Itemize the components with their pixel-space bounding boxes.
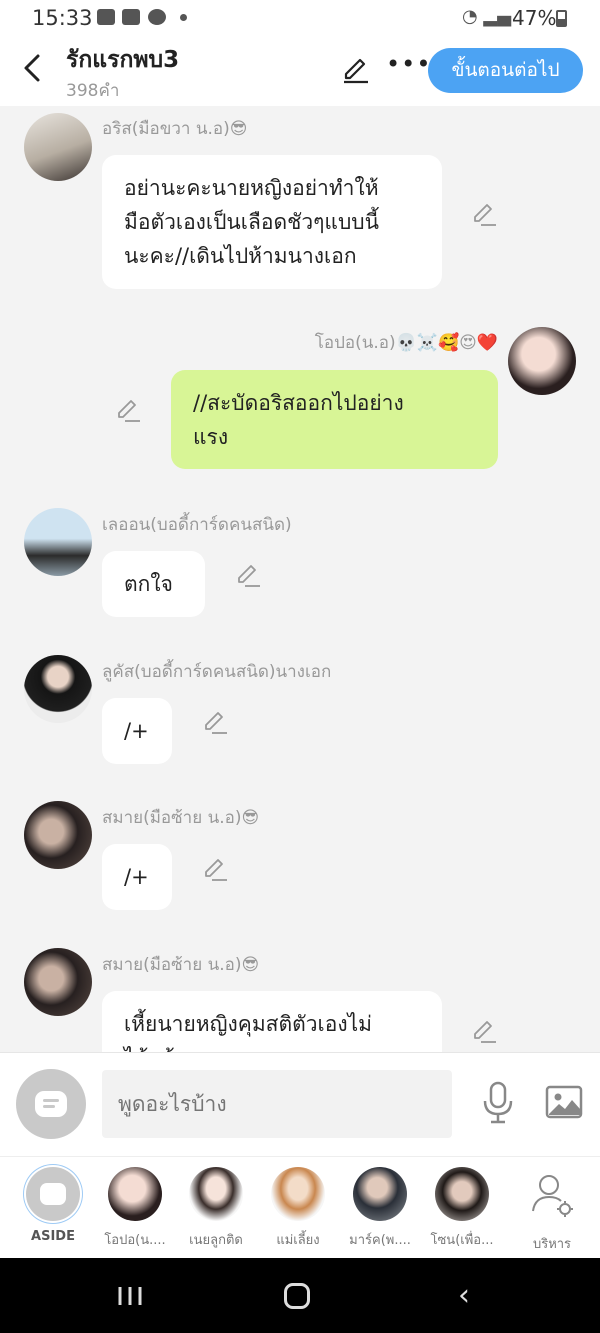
- avatar: [435, 1167, 489, 1221]
- avatar: [353, 1167, 407, 1221]
- avatar[interactable]: [24, 948, 92, 1016]
- more-notifications-icon: [180, 14, 187, 21]
- system-nav-bar: ‹: [0, 1258, 600, 1333]
- character-item[interactable]: มาร์ค(พ....: [340, 1167, 420, 1250]
- message-bubble[interactable]: /+: [102, 844, 172, 910]
- character-item[interactable]: แม่เลี้ยง: [258, 1167, 338, 1250]
- chevron-left-icon: [24, 54, 40, 82]
- character-label: มาร์ค(พ....: [349, 1233, 411, 1248]
- chat-bubble-icon: [35, 1091, 67, 1117]
- sender-name: สมาย(มือซ้าย น.อ)😎: [102, 808, 260, 828]
- chat-header: รักแรกพบ3 398คำ ••• ขั้นตอนต่อไป: [0, 36, 600, 106]
- sender-name: โอปอ(น.อ)💀☠️🥰😍❤️: [314, 333, 498, 353]
- message-bubble[interactable]: อย่านะคะนายหญิงอย่าทำให้ มือตัวเองเป็นเล…: [102, 155, 442, 289]
- home-button[interactable]: [284, 1283, 310, 1309]
- message-bubble[interactable]: ตกใจ: [102, 551, 205, 617]
- edit-pencil-icon[interactable]: [115, 397, 141, 423]
- manage-button[interactable]: บริหาร: [512, 1167, 592, 1254]
- sender-name: ลูคัส(บอดี้การ์ดคนสนิด)นางเอก: [102, 662, 332, 682]
- character-label: แม่เลี้ยง: [276, 1233, 320, 1248]
- character-bar: ASIDE โอปอ(น.... เนยลูกติด แม่เลี้ยง มาร…: [0, 1156, 600, 1259]
- more-options-button[interactable]: •••: [386, 50, 431, 78]
- play-notification-icon: [148, 9, 166, 25]
- lazada-notification-icon: [122, 9, 140, 25]
- edit-pencil-icon[interactable]: [235, 562, 261, 588]
- microphone-icon[interactable]: [480, 1081, 516, 1125]
- word-count: 398คำ: [66, 81, 120, 101]
- message-input-bar: [0, 1052, 600, 1157]
- next-step-button[interactable]: ขั้นตอนต่อไป: [428, 48, 583, 93]
- avatar[interactable]: [24, 508, 92, 576]
- character-item[interactable]: โซน(เพื่อ...: [422, 1167, 502, 1250]
- edit-pencil-icon[interactable]: [202, 856, 228, 882]
- character-label: ASIDE: [31, 1229, 75, 1244]
- message-bubble[interactable]: /+: [102, 698, 172, 764]
- wifi-signal-icon: ◔ ▂▄: [462, 6, 512, 27]
- back-button[interactable]: [18, 50, 48, 86]
- sender-name: เลออน(บอดี้การ์ดคนสนิด): [102, 515, 292, 535]
- chat-mode-button[interactable]: [16, 1069, 86, 1139]
- status-bar: 15:33 ◔ ▂▄ 47%: [0, 0, 600, 36]
- battery-icon: [556, 10, 567, 27]
- aside-icon: [26, 1167, 80, 1221]
- status-time: 15:33: [32, 6, 93, 30]
- character-aside[interactable]: ASIDE: [13, 1167, 93, 1244]
- image-icon[interactable]: [545, 1085, 583, 1119]
- character-label: เนยลูกติด: [189, 1233, 243, 1248]
- avatar[interactable]: [24, 801, 92, 869]
- recent-apps-icon[interactable]: [117, 1285, 143, 1307]
- character-label: บริหาร: [532, 1237, 572, 1252]
- gallery-notification-icon: [97, 9, 115, 25]
- character-label: โซน(เพื่อ...: [430, 1233, 494, 1248]
- character-label: โอปอ(น....: [104, 1233, 166, 1248]
- avatar: [271, 1167, 325, 1221]
- manage-user-gear-icon: [532, 1175, 573, 1217]
- sender-name: สมาย(มือซ้าย น.อ)😎: [102, 955, 260, 975]
- avatar[interactable]: [24, 655, 92, 723]
- battery-percent: 47%: [512, 6, 557, 30]
- edit-pencil-icon[interactable]: [471, 1018, 497, 1044]
- message-input[interactable]: [102, 1070, 452, 1138]
- edit-pencil-icon[interactable]: [342, 56, 370, 84]
- message-bubble[interactable]: //สะบัดอริสออกไปอย่าง แรง: [171, 370, 498, 469]
- edit-pencil-icon[interactable]: [471, 201, 497, 227]
- character-item[interactable]: เนยลูกติด: [176, 1167, 256, 1250]
- avatar[interactable]: [508, 327, 576, 395]
- avatar[interactable]: [24, 113, 92, 181]
- chat-area[interactable]: อริส(มือขวา น.อ)😎 อย่านะคะนายหญิงอย่าทำใ…: [0, 106, 600, 1052]
- sender-name: อริส(มือขวา น.อ)😎: [102, 119, 248, 139]
- avatar: [108, 1167, 162, 1221]
- back-nav-icon[interactable]: ‹: [458, 1281, 470, 1311]
- avatar: [189, 1167, 243, 1221]
- message-bubble[interactable]: เหี้ยนายหญิงคุมสติตัวเองไม่ ได้แล้ว: [102, 991, 442, 1052]
- story-title: รักแรกพบ3: [66, 47, 180, 73]
- edit-pencil-icon[interactable]: [202, 709, 228, 735]
- character-item[interactable]: โอปอ(น....: [95, 1167, 175, 1250]
